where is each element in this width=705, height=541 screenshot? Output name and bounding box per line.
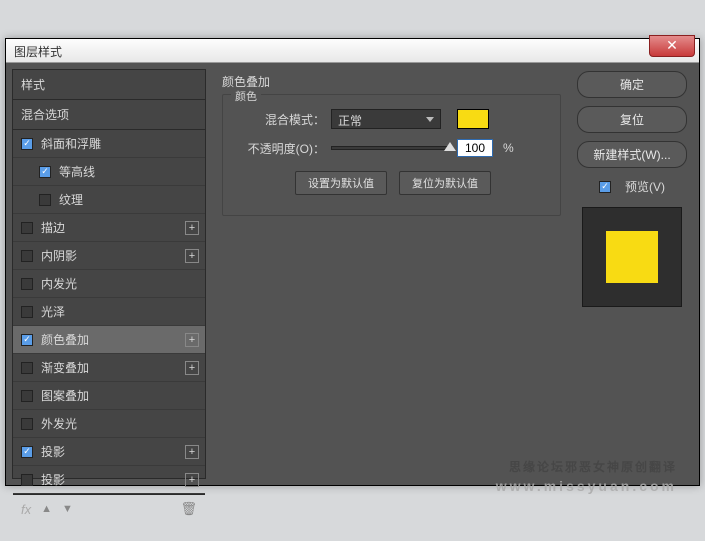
style-label: 投影 bbox=[41, 471, 65, 488]
style-label: 描边 bbox=[41, 219, 65, 236]
style-label: 内阴影 bbox=[41, 247, 77, 264]
style-row-6[interactable]: 光泽 bbox=[13, 298, 205, 326]
preview-toggle-row[interactable]: 预览(V) bbox=[577, 178, 687, 195]
style-row-3[interactable]: 描边 + bbox=[13, 214, 205, 242]
style-row-0[interactable]: 斜面和浮雕 bbox=[13, 130, 205, 158]
style-label: 投影 bbox=[41, 443, 65, 460]
blend-mode-value: 正常 bbox=[338, 114, 362, 128]
style-checkbox[interactable] bbox=[21, 278, 33, 290]
add-effect-icon[interactable]: + bbox=[185, 333, 199, 347]
trash-icon[interactable]: 🗑 bbox=[180, 501, 197, 517]
style-row-7[interactable]: 颜色叠加 + bbox=[13, 326, 205, 354]
style-checkbox[interactable] bbox=[39, 166, 51, 178]
reset-default-button[interactable]: 复位为默认值 bbox=[399, 171, 491, 195]
action-panel: 确定 复位 新建样式(W)... 预览(V) bbox=[577, 69, 693, 479]
slider-thumb-icon[interactable] bbox=[444, 142, 456, 151]
style-label: 内发光 bbox=[41, 275, 77, 292]
preview-checkbox[interactable] bbox=[599, 181, 611, 193]
add-effect-icon[interactable]: + bbox=[185, 361, 199, 375]
style-label: 颜色叠加 bbox=[41, 331, 89, 348]
style-label: 等高线 bbox=[59, 163, 95, 180]
opacity-slider[interactable] bbox=[331, 146, 451, 150]
fieldset-legend: 颜色 bbox=[231, 88, 261, 104]
styles-list-panel: 样式 混合选项 斜面和浮雕等高线纹理描边 + 内阴影 + 内发光光泽颜色叠加 + 渐变叠加 +… bbox=[12, 69, 206, 479]
settings-panel: 颜色叠加 颜色 混合模式： 正常 不透明度(O)： 100 % 设置 bbox=[214, 69, 569, 479]
style-row-1[interactable]: 等高线 bbox=[13, 158, 205, 186]
preview-label: 预览(V) bbox=[625, 178, 665, 195]
style-checkbox[interactable] bbox=[21, 306, 33, 318]
move-up-icon[interactable]: ▲ bbox=[41, 503, 52, 515]
blend-mode-dropdown[interactable]: 正常 bbox=[331, 109, 441, 129]
add-effect-icon[interactable]: + bbox=[185, 473, 199, 487]
style-checkbox[interactable] bbox=[21, 138, 33, 150]
style-checkbox[interactable] bbox=[21, 222, 33, 234]
blend-options-header[interactable]: 混合选项 bbox=[13, 100, 205, 130]
add-effect-icon[interactable]: + bbox=[185, 445, 199, 459]
opacity-label: 不透明度(O)： bbox=[235, 140, 325, 157]
add-effect-icon[interactable]: + bbox=[185, 221, 199, 235]
style-row-12[interactable]: 投影 + bbox=[13, 466, 205, 494]
move-down-icon[interactable]: ▼ bbox=[62, 503, 73, 515]
opacity-unit: % bbox=[503, 141, 514, 155]
style-row-2[interactable]: 纹理 bbox=[13, 186, 205, 214]
preview-box bbox=[582, 207, 682, 307]
color-fieldset: 颜色 混合模式： 正常 不透明度(O)： 100 % 设置为默认值 复位为默认 bbox=[222, 94, 561, 216]
title-bar: 图层样式 ✕ bbox=[6, 39, 699, 63]
style-row-5[interactable]: 内发光 bbox=[13, 270, 205, 298]
blend-mode-label: 混合模式： bbox=[235, 111, 325, 128]
style-row-8[interactable]: 渐变叠加 + bbox=[13, 354, 205, 382]
preview-swatch bbox=[606, 231, 658, 283]
style-label: 渐变叠加 bbox=[41, 359, 89, 376]
style-row-4[interactable]: 内阴影 + bbox=[13, 242, 205, 270]
fx-menu[interactable]: fx bbox=[21, 502, 31, 517]
style-label: 图案叠加 bbox=[41, 387, 89, 404]
layer-style-dialog: 图层样式 ✕ 样式 混合选项 斜面和浮雕等高线纹理描边+内阴影+内发光光泽颜色叠… bbox=[5, 38, 700, 486]
close-button[interactable]: ✕ bbox=[649, 35, 695, 57]
cancel-button[interactable]: 复位 bbox=[577, 106, 687, 133]
set-default-button[interactable]: 设置为默认值 bbox=[295, 171, 387, 195]
add-effect-icon[interactable]: + bbox=[185, 249, 199, 263]
style-checkbox[interactable] bbox=[39, 194, 51, 206]
new-style-button[interactable]: 新建样式(W)... bbox=[577, 141, 687, 168]
style-checkbox[interactable] bbox=[21, 334, 33, 346]
style-checkbox[interactable] bbox=[21, 446, 33, 458]
color-swatch[interactable] bbox=[457, 109, 489, 129]
style-label: 斜面和浮雕 bbox=[41, 135, 101, 152]
style-checkbox[interactable] bbox=[21, 362, 33, 374]
opacity-input[interactable]: 100 bbox=[457, 139, 493, 157]
style-label: 光泽 bbox=[41, 303, 65, 320]
section-title: 颜色叠加 bbox=[222, 73, 561, 90]
ok-button[interactable]: 确定 bbox=[577, 71, 687, 98]
style-row-9[interactable]: 图案叠加 bbox=[13, 382, 205, 410]
dialog-title: 图层样式 bbox=[6, 39, 70, 64]
styles-footer: fx ▲ ▼ 🗑 bbox=[13, 494, 205, 523]
style-row-11[interactable]: 投影 + bbox=[13, 438, 205, 466]
style-row-10[interactable]: 外发光 bbox=[13, 410, 205, 438]
styles-header[interactable]: 样式 bbox=[13, 70, 205, 100]
style-checkbox[interactable] bbox=[21, 250, 33, 262]
style-label: 纹理 bbox=[59, 191, 83, 208]
style-checkbox[interactable] bbox=[21, 418, 33, 430]
style-checkbox[interactable] bbox=[21, 390, 33, 402]
style-label: 外发光 bbox=[41, 415, 77, 432]
style-checkbox[interactable] bbox=[21, 474, 33, 486]
